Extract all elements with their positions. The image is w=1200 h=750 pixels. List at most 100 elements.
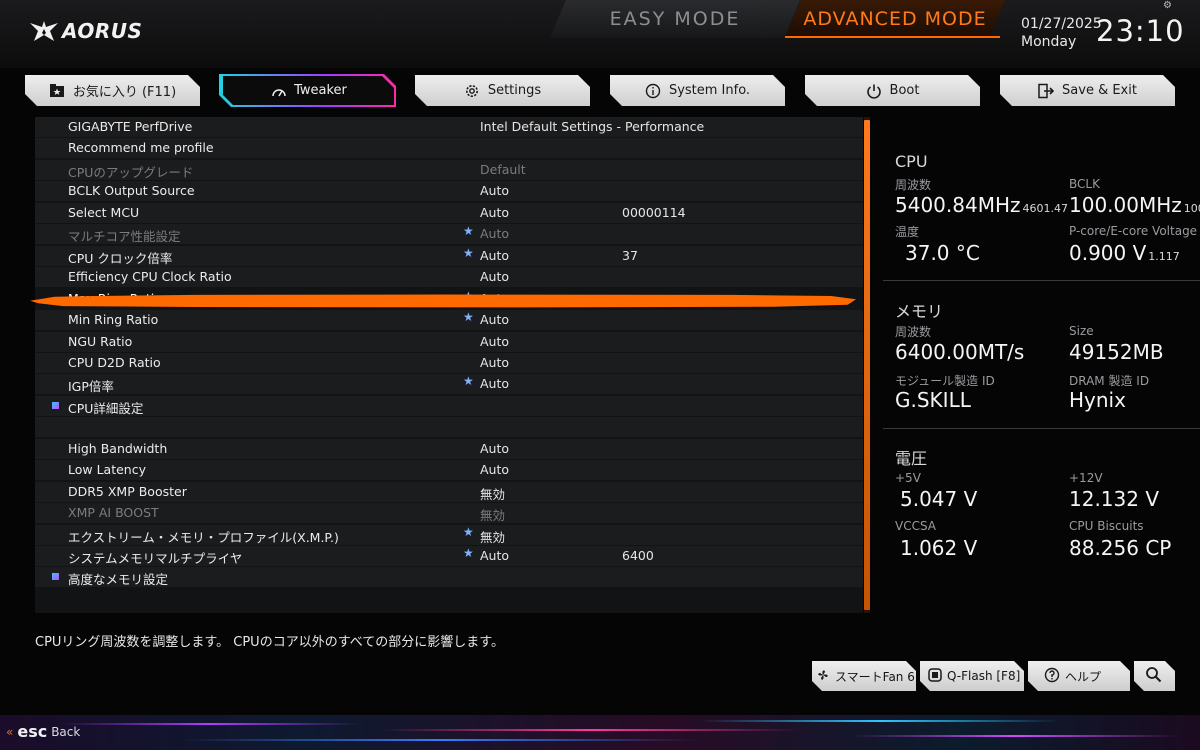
tab-system-info[interactable]: System Info. [610,75,785,106]
favorite-star-icon[interactable]: ★ [463,224,474,238]
setting-value[interactable]: Auto [480,376,509,391]
setting-label: 高度なメモリ設定 [68,572,169,587]
setting-value[interactable]: Auto [480,183,509,198]
aorus-logo: AORUS [28,16,142,46]
decor-streak [380,729,800,731]
esc-back-button[interactable]: « esc Back [6,722,80,741]
decor-streak [700,720,1060,722]
p12v-label: +12V [1069,471,1103,485]
brand-name: AORUS [62,19,143,43]
setting-row[interactable]: GIGABYTE PerfDrive Intel Default Settings… [35,117,863,137]
setting-row[interactable]: Select MCU Auto 00000114 [35,203,863,223]
favorite-star-icon[interactable]: ★ [463,525,474,539]
setting-label: マルチコア性能設定 [68,229,181,244]
cpu-voltage-value: 0.900 V 1.117 [1069,241,1180,265]
setting-row[interactable]: マルチコア性能設定 ★ Auto [35,224,863,244]
dram-id-value: Hynix [1069,388,1126,412]
setting-row[interactable]: NGU Ratio Auto [35,332,863,352]
help-button[interactable]: ヘルプ [1028,661,1130,691]
clock-time: 23:10 [1096,14,1185,48]
setting-value[interactable]: Auto [480,355,509,370]
setting-label: XMP AI BOOST [68,505,159,520]
favorite-star-icon[interactable]: ★ [463,374,474,388]
p5v-value: 5.047 V [900,487,978,511]
decor-streak [180,739,700,741]
favorite-star-icon[interactable]: ★ [463,310,474,324]
favorite-star-icon[interactable]: ★ [463,546,474,560]
advanced-mode-button[interactable]: ADVANCED MODE [785,0,1005,38]
setting-value[interactable]: Auto [480,441,509,456]
setting-row[interactable]: Low Latency Auto [35,460,863,480]
qflash-icon [928,668,942,685]
corner-gear-icon[interactable]: ⚙ [1163,0,1172,11]
setting-row[interactable]: エクストリーム・メモリ・プロファイル(X.M.P.) ★ 無効 [35,525,863,545]
p12v-value: 12.132 V [1069,487,1160,511]
setting-value[interactable]: Auto [480,248,509,263]
search-button[interactable] [1134,661,1175,691]
setting-label: Efficiency CPU Clock Ratio [68,269,232,284]
voltage-section-title: 電圧 [895,449,928,468]
setting-row[interactable]: CPU D2D Ratio Auto [35,353,863,373]
smart-fan-label: スマートFan 6 [F [835,669,915,684]
esc-key-label: esc [17,722,48,741]
mem-size-value: 49152MB [1069,340,1164,364]
easy-mode-button[interactable]: EASY MODE [550,0,800,38]
smart-fan-button[interactable]: スマートFan 6 [F [812,661,916,691]
bottom-decor-bar [0,715,1200,750]
weekday-text: Monday [1021,34,1077,50]
tab-favorites[interactable]: お気に入り (F11) [25,75,200,106]
favorite-star-icon[interactable]: ★ [463,246,474,260]
tab-save-exit-label: Save & Exit [1062,83,1137,98]
setting-value[interactable]: Auto [480,205,509,220]
setting-label: エクストリーム・メモリ・プロファイル(X.M.P.) [68,530,339,545]
setting-value[interactable]: Auto [480,269,509,284]
setting-value[interactable]: 無効 [480,527,505,546]
setting-value[interactable]: Auto [480,548,509,563]
tab-favorites-label: お気に入り (F11) [72,85,177,100]
memory-section-title: メモリ [895,302,944,321]
tab-tweaker[interactable]: Tweaker [221,76,394,105]
setting-row[interactable]: IGP倍率 ★ Auto [35,374,863,394]
qflash-button[interactable]: Q-Flash [F8] [920,661,1024,691]
vccsa-value: 1.062 V [900,536,978,560]
gear-icon [464,82,481,99]
setting-row[interactable]: Efficiency CPU Clock Ratio Auto [35,267,863,287]
setting-current-value: 6400 [622,548,654,563]
setting-row[interactable]: Recommend me profile [35,138,863,158]
setting-value[interactable]: Auto [480,312,509,327]
setting-row[interactable]: XMP AI BOOST 無効 [35,503,863,523]
tab-settings[interactable]: Settings [415,75,590,106]
setting-row[interactable]: システムメモリマルチプライヤ ★ Auto 6400 [35,546,863,566]
tab-save-exit[interactable]: Save & Exit [1000,75,1175,106]
setting-row[interactable]: DDR5 XMP Booster 無効 [35,482,863,502]
setting-row[interactable]: CPUのアップグレード Default [35,160,863,180]
submenu-item[interactable]: 高度なメモリ設定 [35,567,863,587]
setting-value[interactable]: Auto [480,462,509,477]
setting-value[interactable]: Intel Default Settings - Performance [480,119,704,134]
setting-value[interactable]: Auto [480,226,509,241]
setting-value[interactable]: 無効 [480,484,505,503]
tab-boot[interactable]: Boot [805,75,980,106]
setting-row[interactable]: Min Ring Ratio ★ Auto [35,310,863,330]
cpu-biscuits-value: 88.256 CP [1069,536,1172,560]
setting-value[interactable]: Default [480,162,526,177]
submenu-item[interactable]: CPU詳細設定 [35,396,863,416]
power-icon [866,82,883,99]
setting-row[interactable]: High Bandwidth Auto [35,439,863,459]
fan-icon [816,668,830,685]
decor-streak [60,723,360,725]
cpu-biscuits-label: CPU Biscuits [1069,519,1144,533]
aorus-eagle-icon [30,21,58,41]
date-text: 01/27/2025 [1021,16,1102,32]
setting-row[interactable]: BCLK Output Source Auto [35,181,863,201]
scrollbar-thumb[interactable] [864,120,870,610]
setting-row[interactable]: CPU クロック倍率 ★ Auto 37 [35,246,863,266]
speedometer-icon [270,82,287,99]
setting-label: CPU詳細設定 [68,401,144,416]
tab-settings-label: Settings [487,83,542,98]
setting-label: DDR5 XMP Booster [68,484,187,499]
mem-freq-label: 周波数 [895,325,932,339]
setting-current-value: 37 [622,248,638,263]
setting-value[interactable]: Auto [480,334,509,349]
setting-value[interactable]: 無効 [480,505,505,524]
